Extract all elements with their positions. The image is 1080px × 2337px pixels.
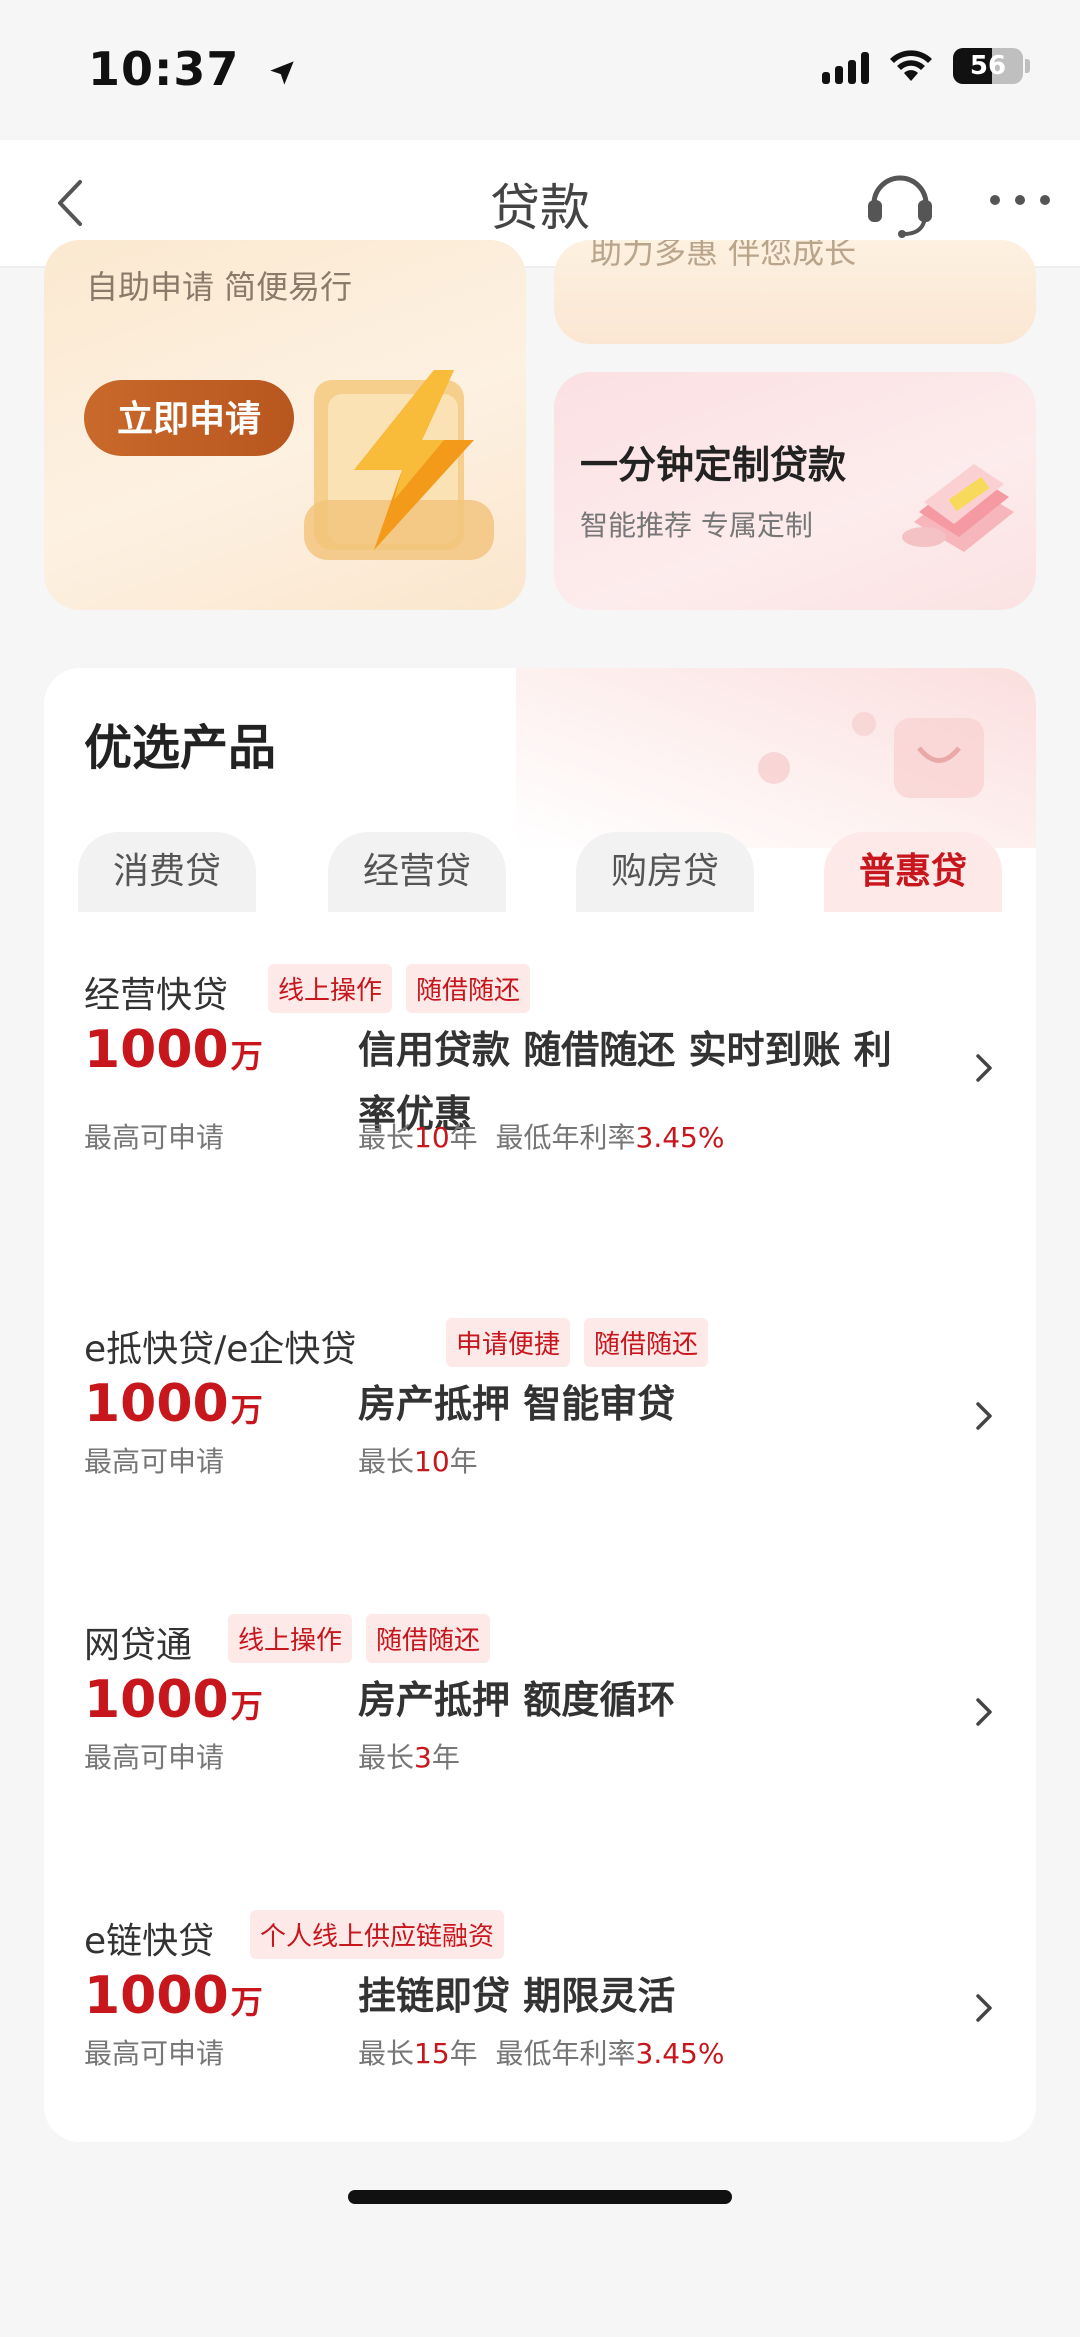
product-terms: 最长15年 最低年利率3.45% xyxy=(358,2037,725,2070)
location-arrow-icon xyxy=(270,60,295,85)
document-lightning-illustration-icon xyxy=(304,370,494,560)
tab-inclusive-loan[interactable]: 普惠贷 xyxy=(824,832,1002,912)
product-tag: 随借随还 xyxy=(406,964,531,1013)
money-stack-illustration-icon xyxy=(902,464,1014,552)
max-amount-label: 最高可申请 xyxy=(84,1741,225,1774)
growth-banner[interactable]: 助力多惠 伴您成长 xyxy=(554,240,1036,344)
status-indicators: 56 xyxy=(822,46,1030,86)
shopping-bag-decoration-icon xyxy=(758,712,984,798)
custom-loan-banner[interactable]: 一分钟定制贷款 智能推荐 专属定制 xyxy=(554,372,1036,610)
growth-banner-text: 助力多惠 伴您成长 xyxy=(590,240,857,271)
product-tag: 线上操作 xyxy=(268,964,393,1013)
chevron-right-icon[interactable] xyxy=(964,1396,1004,1436)
custom-loan-title: 一分钟定制贷款 xyxy=(580,443,847,487)
product-tag: 线上操作 xyxy=(228,1614,353,1663)
max-amount: 1000万 xyxy=(84,1374,263,1434)
preferred-products-card: 优选产品 消费贷 经营贷 购房贷 普惠贷 经营快贷 线上操作 随借随还 1000… xyxy=(44,668,1036,2142)
product-item-jingying-kuaidai[interactable]: 经营快贷 线上操作 随借随还 1000万 最高可申请 信用贷款 随借随还 实时到… xyxy=(84,964,1014,1206)
self-apply-banner[interactable]: 自助申请 简便易行 立即申请 xyxy=(44,240,526,610)
more-options-icon[interactable] xyxy=(990,180,1050,220)
banner-subtitle: 自助申请 简便易行 xyxy=(86,268,353,306)
product-description: 房产抵押 智能审贷 xyxy=(358,1382,676,1426)
chevron-right-icon[interactable] xyxy=(964,1988,1004,2028)
battery-indicator: 56 xyxy=(953,48,1030,84)
loan-category-tabs: 消费贷 经营贷 购房贷 普惠贷 xyxy=(78,832,1008,912)
max-amount: 1000万 xyxy=(84,1020,263,1080)
chevron-right-icon[interactable] xyxy=(964,1048,1004,1088)
product-terms: 最长10年 xyxy=(358,1445,478,1478)
apply-now-button[interactable]: 立即申请 xyxy=(84,380,294,456)
tab-mortgage-loan[interactable]: 购房贷 xyxy=(576,832,754,912)
home-indicator[interactable] xyxy=(348,2190,732,2204)
customer-service-headset-icon[interactable] xyxy=(860,160,940,240)
cellular-signal-icon xyxy=(822,48,869,84)
product-tag: 随借随还 xyxy=(584,1318,709,1367)
custom-loan-subtitle: 智能推荐 专属定制 xyxy=(580,509,813,542)
product-name: 经营快贷 xyxy=(84,975,229,1016)
product-name: e链快贷 xyxy=(84,1921,215,1962)
max-amount-label: 最高可申请 xyxy=(84,1445,225,1478)
tab-consumer-loan[interactable]: 消费贷 xyxy=(78,832,256,912)
product-tags: 线上操作 随借随还 xyxy=(268,964,531,1013)
chevron-right-icon[interactable] xyxy=(964,1692,1004,1732)
product-terms: 最长10年 最低年利率3.45% xyxy=(358,1121,725,1154)
product-description: 房产抵押 额度循环 xyxy=(358,1678,676,1722)
section-title: 优选产品 xyxy=(84,720,277,776)
product-tags: 申请便捷 随借随还 xyxy=(446,1318,709,1367)
wifi-icon xyxy=(890,50,932,81)
product-tags: 个人线上供应链融资 xyxy=(250,1910,505,1959)
product-name: 网贷通 xyxy=(84,1625,193,1666)
product-description: 挂链即贷 期限灵活 xyxy=(358,1974,676,2018)
product-tag: 申请便捷 xyxy=(446,1318,571,1367)
status-bar: 10:37 56 xyxy=(0,0,1080,140)
product-tags: 线上操作 随借随还 xyxy=(228,1614,491,1663)
product-item-wangdaitong[interactable]: 网贷通 线上操作 随借随还 1000万 最高可申请 房产抵押 额度循环 最长3年 xyxy=(84,1614,1014,1856)
product-tag: 个人线上供应链融资 xyxy=(250,1910,505,1959)
product-item-e-di-kuaidai[interactable]: e抵快贷/e企快贷 申请便捷 随借随还 1000万 最高可申请 房产抵押 智能审… xyxy=(84,1318,1014,1560)
product-item-e-lian-kuaidai[interactable]: e链快贷 个人线上供应链融资 1000万 最高可申请 挂链即贷 期限灵活 最长1… xyxy=(84,1910,1014,2142)
battery-icon: 56 xyxy=(953,48,1023,84)
max-amount-label: 最高可申请 xyxy=(84,2037,225,2070)
max-amount: 1000万 xyxy=(84,1670,263,1730)
product-tag: 随借随还 xyxy=(366,1614,491,1663)
product-name: e抵快贷/e企快贷 xyxy=(84,1329,357,1370)
max-amount-label: 最高可申请 xyxy=(84,1121,225,1154)
status-time: 10:37 xyxy=(88,42,296,96)
product-terms: 最长3年 xyxy=(358,1741,460,1774)
max-amount: 1000万 xyxy=(84,1966,263,2026)
tab-business-loan[interactable]: 经营贷 xyxy=(328,832,506,912)
